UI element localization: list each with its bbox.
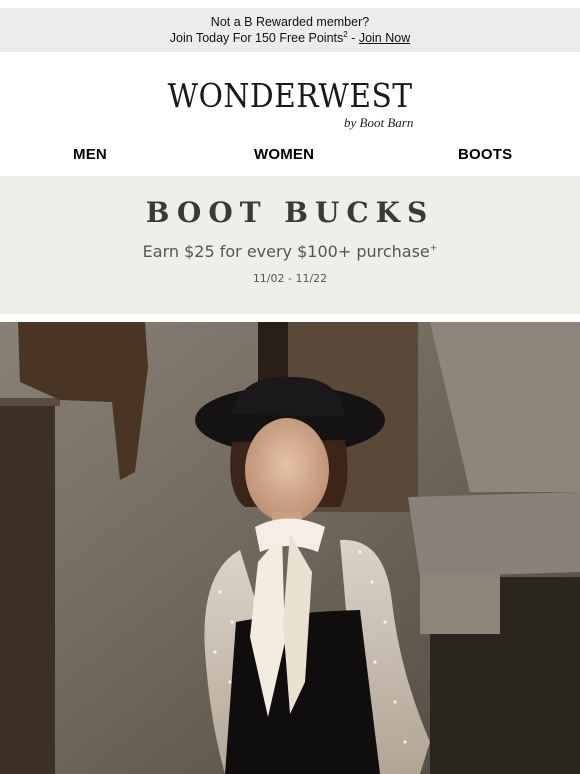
banner-dates: 11/02 - 11/22 — [252, 272, 328, 285]
join-now-link[interactable]: Join Now — [359, 31, 410, 45]
email-page: Not a B Rewarded member? Join Today For … — [0, 0, 580, 774]
hero-illustration — [0, 322, 580, 774]
banner-footnote-mark: + — [429, 243, 438, 254]
promo-line-2: Join Today For 150 Free Points2 - Join N… — [0, 30, 580, 46]
main-nav: MEN WOMEN BOOTS — [0, 146, 580, 168]
promo-offer-text: Join Today For 150 Free Points — [169, 31, 344, 45]
promo-separator: - — [347, 31, 359, 45]
brand-logo[interactable]: WONDERWEST by Boot Barn — [0, 76, 580, 131]
nav-women[interactable]: WOMEN — [254, 146, 314, 163]
banner-headline: BOOT BUCKS — [145, 196, 435, 229]
promo-line-1: Not a B Rewarded member? — [210, 15, 370, 29]
nav-men[interactable]: MEN — [73, 146, 107, 163]
rewards-promo-bar: Not a B Rewarded member? Join Today For … — [0, 8, 580, 52]
banner-subline: Earn $25 for every $100+ purchase+ — [0, 242, 580, 261]
boot-bucks-banner[interactable]: BOOT BUCKS Earn $25 for every $100+ purc… — [0, 176, 580, 314]
logo-byline: by Boot Barn — [344, 115, 414, 130]
banner-offer-text: Earn $25 for every $100+ purchase — [142, 242, 430, 261]
logo-wordmark: WONDERWEST — [167, 76, 413, 115]
nav-boots[interactable]: BOOTS — [458, 146, 512, 163]
hero-image[interactable] — [0, 322, 580, 774]
